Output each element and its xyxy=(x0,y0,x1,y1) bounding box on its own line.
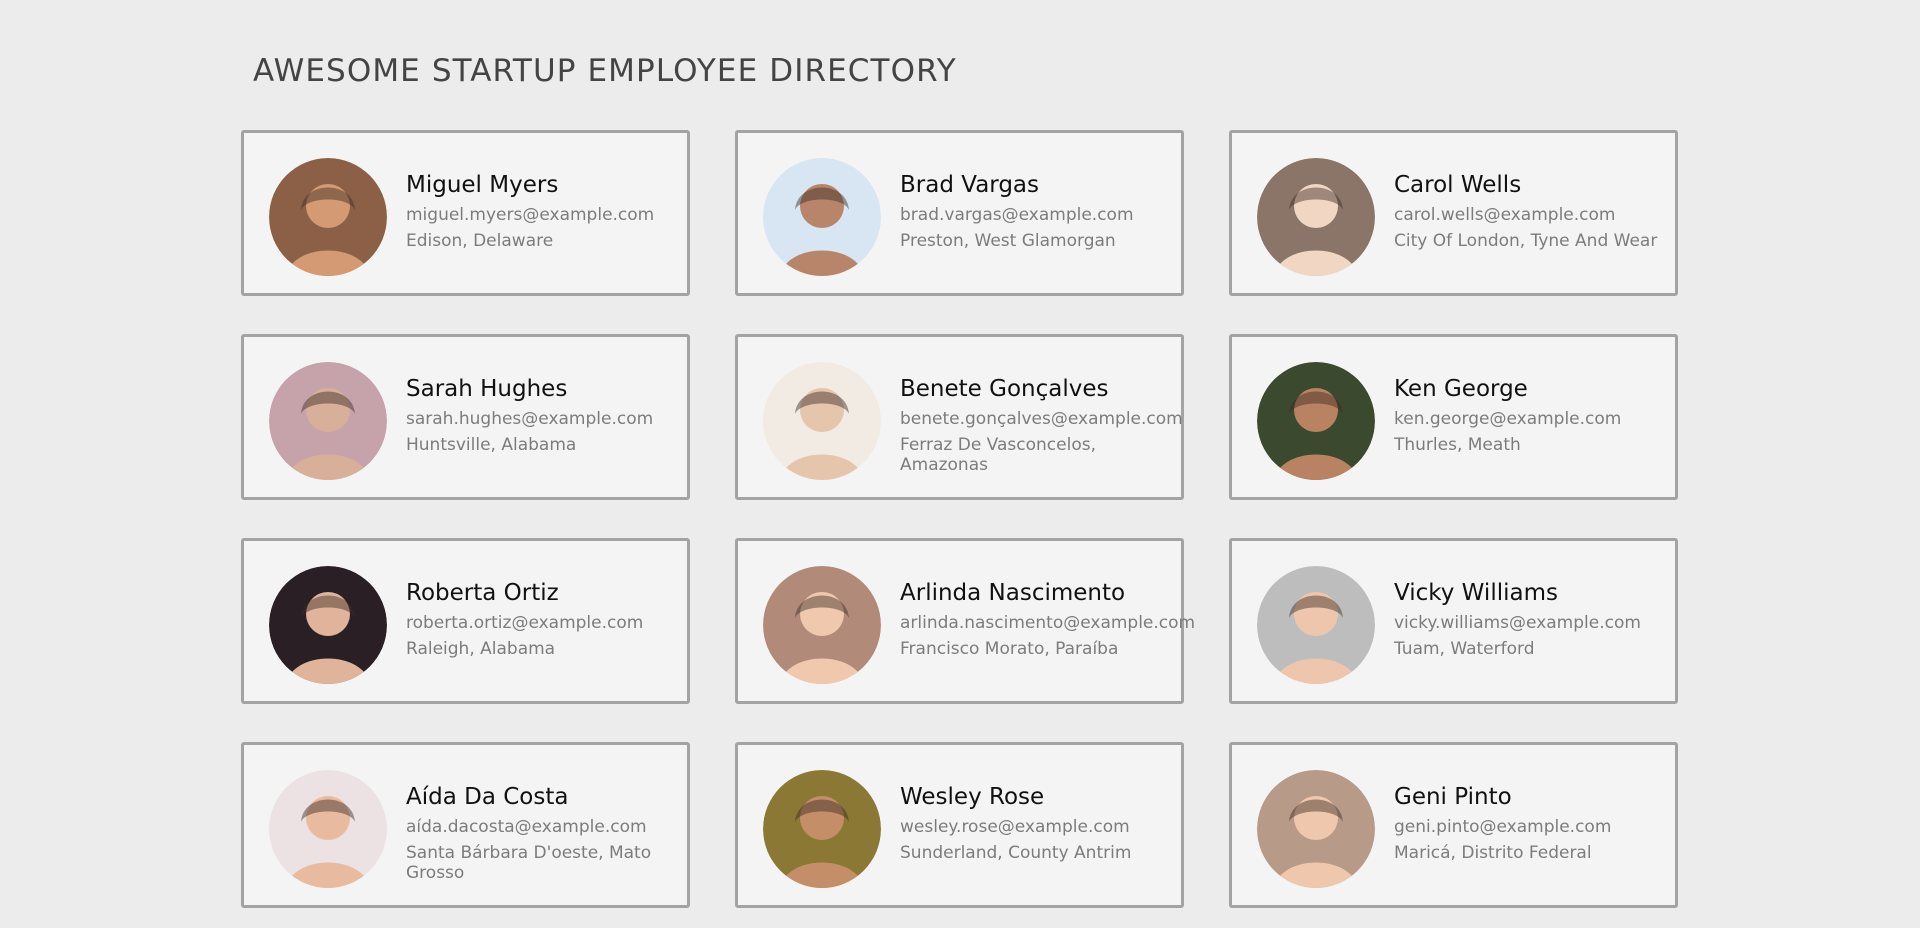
employee-name: Sarah Hughes xyxy=(406,376,568,402)
avatar xyxy=(1257,362,1375,480)
employee-email: wesley.rose@example.com xyxy=(900,816,1130,837)
employee-location: Francisco Morato, Paraíba xyxy=(900,638,1119,659)
employee-grid: Miguel Myers miguel.myers@example.com Edis… xyxy=(241,130,1679,908)
employee-location: Thurles, Meath xyxy=(1394,434,1521,455)
employee-email: benete.gonçalves@example.com xyxy=(900,408,1183,429)
employee-card[interactable]: Carol Wells carol.wells@example.com City O… xyxy=(1229,130,1678,296)
employee-email: vicky.williams@example.com xyxy=(1394,612,1641,633)
employee-name: Aída Da Costa xyxy=(406,784,569,810)
employee-info: Roberta Ortiz roberta.ortiz@example.com Ra… xyxy=(406,566,687,659)
avatar xyxy=(763,362,881,480)
employee-info: Vicky Williams vicky.williams@example.com… xyxy=(1394,566,1675,659)
employee-card[interactable]: Arlinda Nascimento arlinda.nascimento@exa… xyxy=(735,538,1196,704)
employee-card[interactable]: Sarah Hughes sarah.hughes@example.com Hunt… xyxy=(241,334,690,500)
employee-card[interactable]: Ken George ken.george@example.com Thurles,… xyxy=(1229,334,1678,500)
employee-location: Edison, Delaware xyxy=(406,230,554,251)
employee-name: Benete Gonçalves xyxy=(900,376,1109,402)
page-title: AWESOME STARTUP EMPLOYEE DIRECTORY xyxy=(253,53,957,89)
employee-info: Geni Pinto geni.pinto@example.com Maricá, … xyxy=(1394,770,1675,863)
employee-info: Brad Vargas brad.vargas@example.com Presto… xyxy=(900,158,1181,251)
employee-email: miguel.myers@example.com xyxy=(406,204,655,225)
employee-name: Ken George xyxy=(1394,376,1528,402)
employee-email: roberta.ortiz@example.com xyxy=(406,612,644,633)
employee-email: geni.pinto@example.com xyxy=(1394,816,1612,837)
employee-info: Miguel Myers miguel.myers@example.com Edis… xyxy=(406,158,687,251)
avatar xyxy=(1257,770,1375,888)
employee-name: Brad Vargas xyxy=(900,172,1040,198)
employee-info: Ken George ken.george@example.com Thurles,… xyxy=(1394,362,1675,455)
employee-location: City Of London, Tyne And Wear xyxy=(1394,230,1658,251)
employee-location: Santa Bárbara D'oeste, Mato Grosso xyxy=(406,842,652,884)
employee-card[interactable]: Vicky Williams vicky.williams@example.com… xyxy=(1229,538,1678,704)
employee-name: Arlinda Nascimento xyxy=(900,580,1126,606)
employee-email: arlinda.nascimento@example.com xyxy=(900,612,1196,633)
directory-page: AWESOME STARTUP EMPLOYEE DIRECTORY Migue… xyxy=(0,0,1920,928)
employee-name: Carol Wells xyxy=(1394,172,1522,198)
employee-name: Roberta Ortiz xyxy=(406,580,559,606)
employee-card[interactable]: Aída Da Costa aída.dacosta@example.com San… xyxy=(241,742,690,908)
avatar xyxy=(269,362,387,480)
employee-card[interactable]: Miguel Myers miguel.myers@example.com Edis… xyxy=(241,130,690,296)
employee-card[interactable]: Wesley Rose wesley.rose@example.com Sunder… xyxy=(735,742,1184,908)
employee-email: sarah.hughes@example.com xyxy=(406,408,654,429)
employee-name: Wesley Rose xyxy=(900,784,1045,810)
employee-name: Geni Pinto xyxy=(1394,784,1512,810)
employee-name: Vicky Williams xyxy=(1394,580,1558,606)
employee-info: Arlinda Nascimento arlinda.nascimento@exa… xyxy=(900,566,1196,659)
employee-name: Miguel Myers xyxy=(406,172,559,198)
avatar xyxy=(1257,158,1375,276)
employee-location: Preston, West Glamorgan xyxy=(900,230,1116,251)
employee-info: Wesley Rose wesley.rose@example.com Sunder… xyxy=(900,770,1181,863)
avatar xyxy=(763,158,881,276)
employee-location: Huntsville, Alabama xyxy=(406,434,577,455)
avatar xyxy=(269,566,387,684)
employee-info: Benete Gonçalves benete.gonçalves@example… xyxy=(900,362,1183,476)
employee-location: Tuam, Waterford xyxy=(1394,638,1535,659)
employee-info: Aída Da Costa aída.dacosta@example.com San… xyxy=(406,770,687,883)
employee-email: carol.wells@example.com xyxy=(1394,204,1616,225)
employee-location: Raleigh, Alabama xyxy=(406,638,556,659)
avatar xyxy=(763,770,881,888)
avatar xyxy=(269,770,387,888)
employee-email: brad.vargas@example.com xyxy=(900,204,1134,225)
employee-email: aída.dacosta@example.com xyxy=(406,816,647,837)
employee-card[interactable]: Benete Gonçalves benete.gonçalves@example… xyxy=(735,334,1184,500)
employee-card[interactable]: Geni Pinto geni.pinto@example.com Maricá, … xyxy=(1229,742,1678,908)
employee-location: Maricá, Distrito Federal xyxy=(1394,842,1592,863)
employee-info: Carol Wells carol.wells@example.com City O… xyxy=(1394,158,1675,251)
employee-card[interactable]: Brad Vargas brad.vargas@example.com Presto… xyxy=(735,130,1184,296)
avatar xyxy=(763,566,881,684)
avatar xyxy=(269,158,387,276)
employee-email: ken.george@example.com xyxy=(1394,408,1622,429)
employee-info: Sarah Hughes sarah.hughes@example.com Hunt… xyxy=(406,362,687,455)
employee-card[interactable]: Roberta Ortiz roberta.ortiz@example.com Ra… xyxy=(241,538,690,704)
avatar xyxy=(1257,566,1375,684)
employee-location: Ferraz De Vasconcelos, Amazonas xyxy=(900,434,1096,476)
employee-location: Sunderland, County Antrim xyxy=(900,842,1132,863)
